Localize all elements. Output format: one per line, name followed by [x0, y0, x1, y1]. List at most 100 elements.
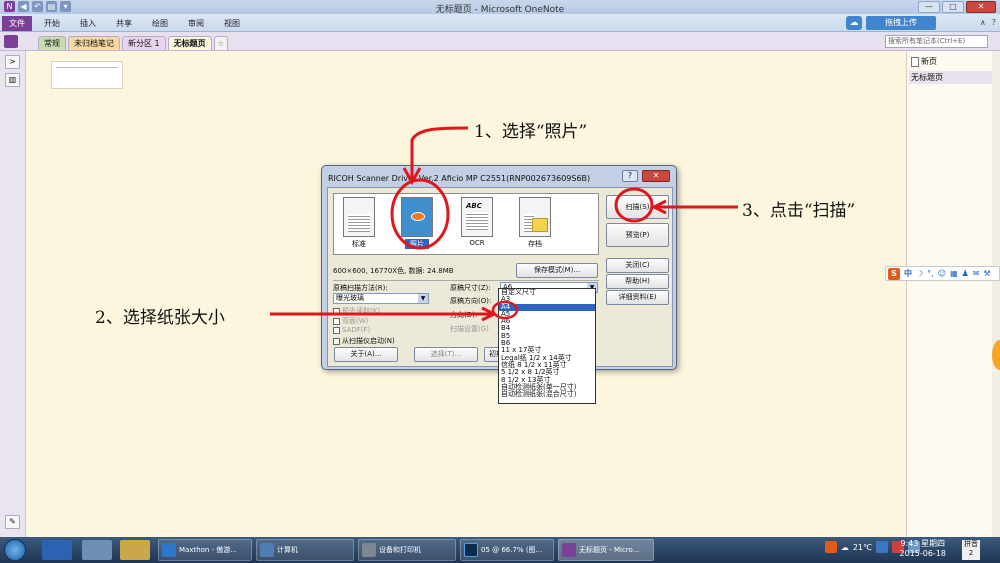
- scan-method-label: 原稿扫描方法(R):: [333, 284, 388, 292]
- keyboard-icon[interactable]: ▦: [950, 269, 958, 278]
- page-title-box[interactable]: [51, 61, 123, 89]
- tab-view[interactable]: 视图: [224, 18, 240, 29]
- user-icon[interactable]: ♟: [962, 269, 969, 278]
- select-button[interactable]: 选择(T)...: [414, 347, 478, 362]
- scan-settings-label: 扫描设置(G): [450, 325, 489, 333]
- task-devices-printers[interactable]: 设备和打印机: [358, 539, 456, 561]
- tools-icon[interactable]: ⚒: [984, 269, 991, 278]
- cloud-upload-icon[interactable]: ☁: [846, 16, 862, 30]
- start-from-scanner-label: 从扫描仪启动(N): [342, 337, 395, 345]
- paper-size-option[interactable]: B5: [499, 332, 595, 340]
- paper-size-option[interactable]: A6: [499, 317, 595, 325]
- desktop-icon[interactable]: [42, 540, 72, 560]
- notebook-list-icon[interactable]: ▥: [5, 73, 20, 87]
- tab-share[interactable]: 共享: [116, 18, 132, 29]
- weather-icon[interactable]: ☁: [841, 543, 849, 552]
- file-tab[interactable]: 文件: [2, 16, 32, 31]
- clock[interactable]: 9:43 星期四 2015-06-18: [900, 539, 947, 559]
- upload-button[interactable]: 拖拽上传: [866, 16, 936, 30]
- start-button[interactable]: [4, 539, 26, 561]
- scan-method-select[interactable]: 曝光玻璃 ▼: [333, 293, 429, 304]
- close-button[interactable]: 关闭(C): [606, 258, 669, 273]
- add-section-icon[interactable]: ☆: [213, 36, 228, 50]
- scan-info: 600×600, 16770X色, 数据: 24.8MB: [333, 267, 454, 275]
- scan-method-value: 曝光玻璃: [336, 294, 364, 302]
- tab-draw[interactable]: 绘图: [152, 18, 168, 29]
- minimize-button[interactable]: —: [918, 1, 940, 13]
- section-tab-untitled[interactable]: 无标题页: [167, 36, 212, 50]
- emoji-icon[interactable]: ☺: [938, 269, 946, 278]
- paper-size-option[interactable]: A5: [499, 310, 595, 318]
- collapse-ribbon-icon[interactable]: ∧: [980, 18, 986, 27]
- tab-insert[interactable]: 插入: [80, 18, 96, 29]
- section-tab-general[interactable]: 常规: [38, 36, 66, 50]
- close-window-button[interactable]: ✕: [966, 1, 996, 13]
- photoshop-icon: [464, 543, 478, 557]
- clownfish-icon: [411, 212, 425, 221]
- paper-size-option[interactable]: 自动检测纸张(混合尺寸): [499, 390, 595, 398]
- paper-size-option[interactable]: 自定义尺寸: [499, 288, 595, 296]
- tab-home[interactable]: 开始: [44, 18, 60, 29]
- dialog-close-button[interactable]: ✕: [642, 170, 670, 182]
- step3-annotation: 3、点击“扫描”: [742, 201, 856, 221]
- new-page-icon: [911, 56, 919, 67]
- mode-archive[interactable]: 存档: [514, 197, 556, 249]
- network-icon[interactable]: [876, 541, 888, 553]
- mode-ocr[interactable]: ABC OCR: [456, 197, 498, 247]
- page-list-scrollbar[interactable]: [992, 51, 1000, 537]
- task-photoshop[interactable]: 05 @ 66.7% (图...: [460, 539, 554, 561]
- duplex-checkbox[interactable]: 双面(W): [333, 316, 368, 326]
- start-from-scanner-checkbox[interactable]: 从扫描仪启动(N): [333, 336, 395, 346]
- paper-size-option[interactable]: A3: [499, 295, 595, 303]
- paper-size-label: 原稿尺寸(Z):: [450, 284, 491, 292]
- notebook-icon[interactable]: [4, 35, 18, 48]
- photo-thumbnail: [401, 197, 433, 237]
- help-button[interactable]: 帮助(H): [606, 274, 669, 289]
- prescan-checkbox[interactable]: 预先读取(K): [333, 306, 380, 316]
- paper-size-option-selected[interactable]: A4: [499, 303, 595, 311]
- ime-mode-toggle[interactable]: 中: [904, 268, 912, 279]
- ime-tray-indicator[interactable]: 拼音 2: [962, 540, 980, 560]
- preview-button[interactable]: 预览(P): [606, 223, 669, 247]
- paper-size-option[interactable]: B4: [499, 325, 595, 333]
- title-bar: N ◀ ↶ ▤ ▾ 无标题页 - Microsoft OneNote — □ ✕: [0, 0, 1000, 15]
- mode-photo[interactable]: 照片: [396, 197, 438, 249]
- save-mode-button[interactable]: 保存模式(M)...: [516, 263, 598, 278]
- expand-navigation-icon[interactable]: >: [5, 55, 20, 69]
- folder-icon: [532, 218, 548, 232]
- help-icon[interactable]: ?: [992, 18, 996, 27]
- sogou-logo-icon[interactable]: S: [888, 267, 900, 280]
- task-maxthon[interactable]: Maxthon - 傲游...: [158, 539, 252, 561]
- dialog-help-button[interactable]: ?: [622, 170, 638, 182]
- scan-button[interactable]: 扫描(S): [606, 195, 669, 219]
- section-tab-unfiled[interactable]: 未归档笔记: [68, 36, 120, 50]
- sogou-tray-icon[interactable]: [824, 541, 837, 553]
- mode-photo-label: 照片: [405, 239, 429, 249]
- task-devices-label: 设备和打印机: [379, 546, 421, 554]
- page-list-item[interactable]: 无标题页: [909, 71, 995, 84]
- about-button[interactable]: 关于(A)...: [334, 347, 398, 362]
- tab-review[interactable]: 审阅: [188, 18, 204, 29]
- sadf-checkbox[interactable]: SADF(F): [333, 326, 370, 334]
- mode-ocr-label: OCR: [469, 239, 485, 247]
- ribbon-right-controls: ∧ ?: [980, 18, 996, 27]
- search-input[interactable]: 搜索所有笔记本(Ctrl+E): [885, 35, 988, 48]
- task-onenote[interactable]: 无标题页 - Micro...: [558, 539, 654, 561]
- folder-icon[interactable]: [120, 540, 150, 560]
- section-bar: 常规 未归档笔记 新分区 1 无标题页 ☆ 搜索所有笔记本(Ctrl+E): [0, 32, 1000, 51]
- mode-standard[interactable]: 标准: [338, 197, 380, 249]
- punctuation-icon[interactable]: °,: [927, 269, 934, 278]
- moon-icon[interactable]: ☽: [916, 269, 923, 278]
- explorer-icon[interactable]: [82, 540, 112, 560]
- maximize-button[interactable]: □: [942, 1, 964, 13]
- ocr-thumb-text: ABC: [466, 202, 482, 210]
- scan-mode-selector: 标准 照片 ABC OCR 存档: [333, 193, 599, 255]
- mail-icon[interactable]: ✉: [973, 269, 980, 278]
- pen-tool-icon[interactable]: ✎: [5, 515, 20, 529]
- new-page-button[interactable]: 新页: [911, 56, 937, 67]
- task-computer-label: 计算机: [277, 546, 298, 554]
- detail-button[interactable]: 详细资料(E): [606, 290, 669, 305]
- task-computer[interactable]: 计算机: [256, 539, 354, 561]
- orientation-label: 原稿方向(O):: [450, 297, 492, 305]
- section-tab-new-section[interactable]: 新分区 1: [122, 36, 166, 50]
